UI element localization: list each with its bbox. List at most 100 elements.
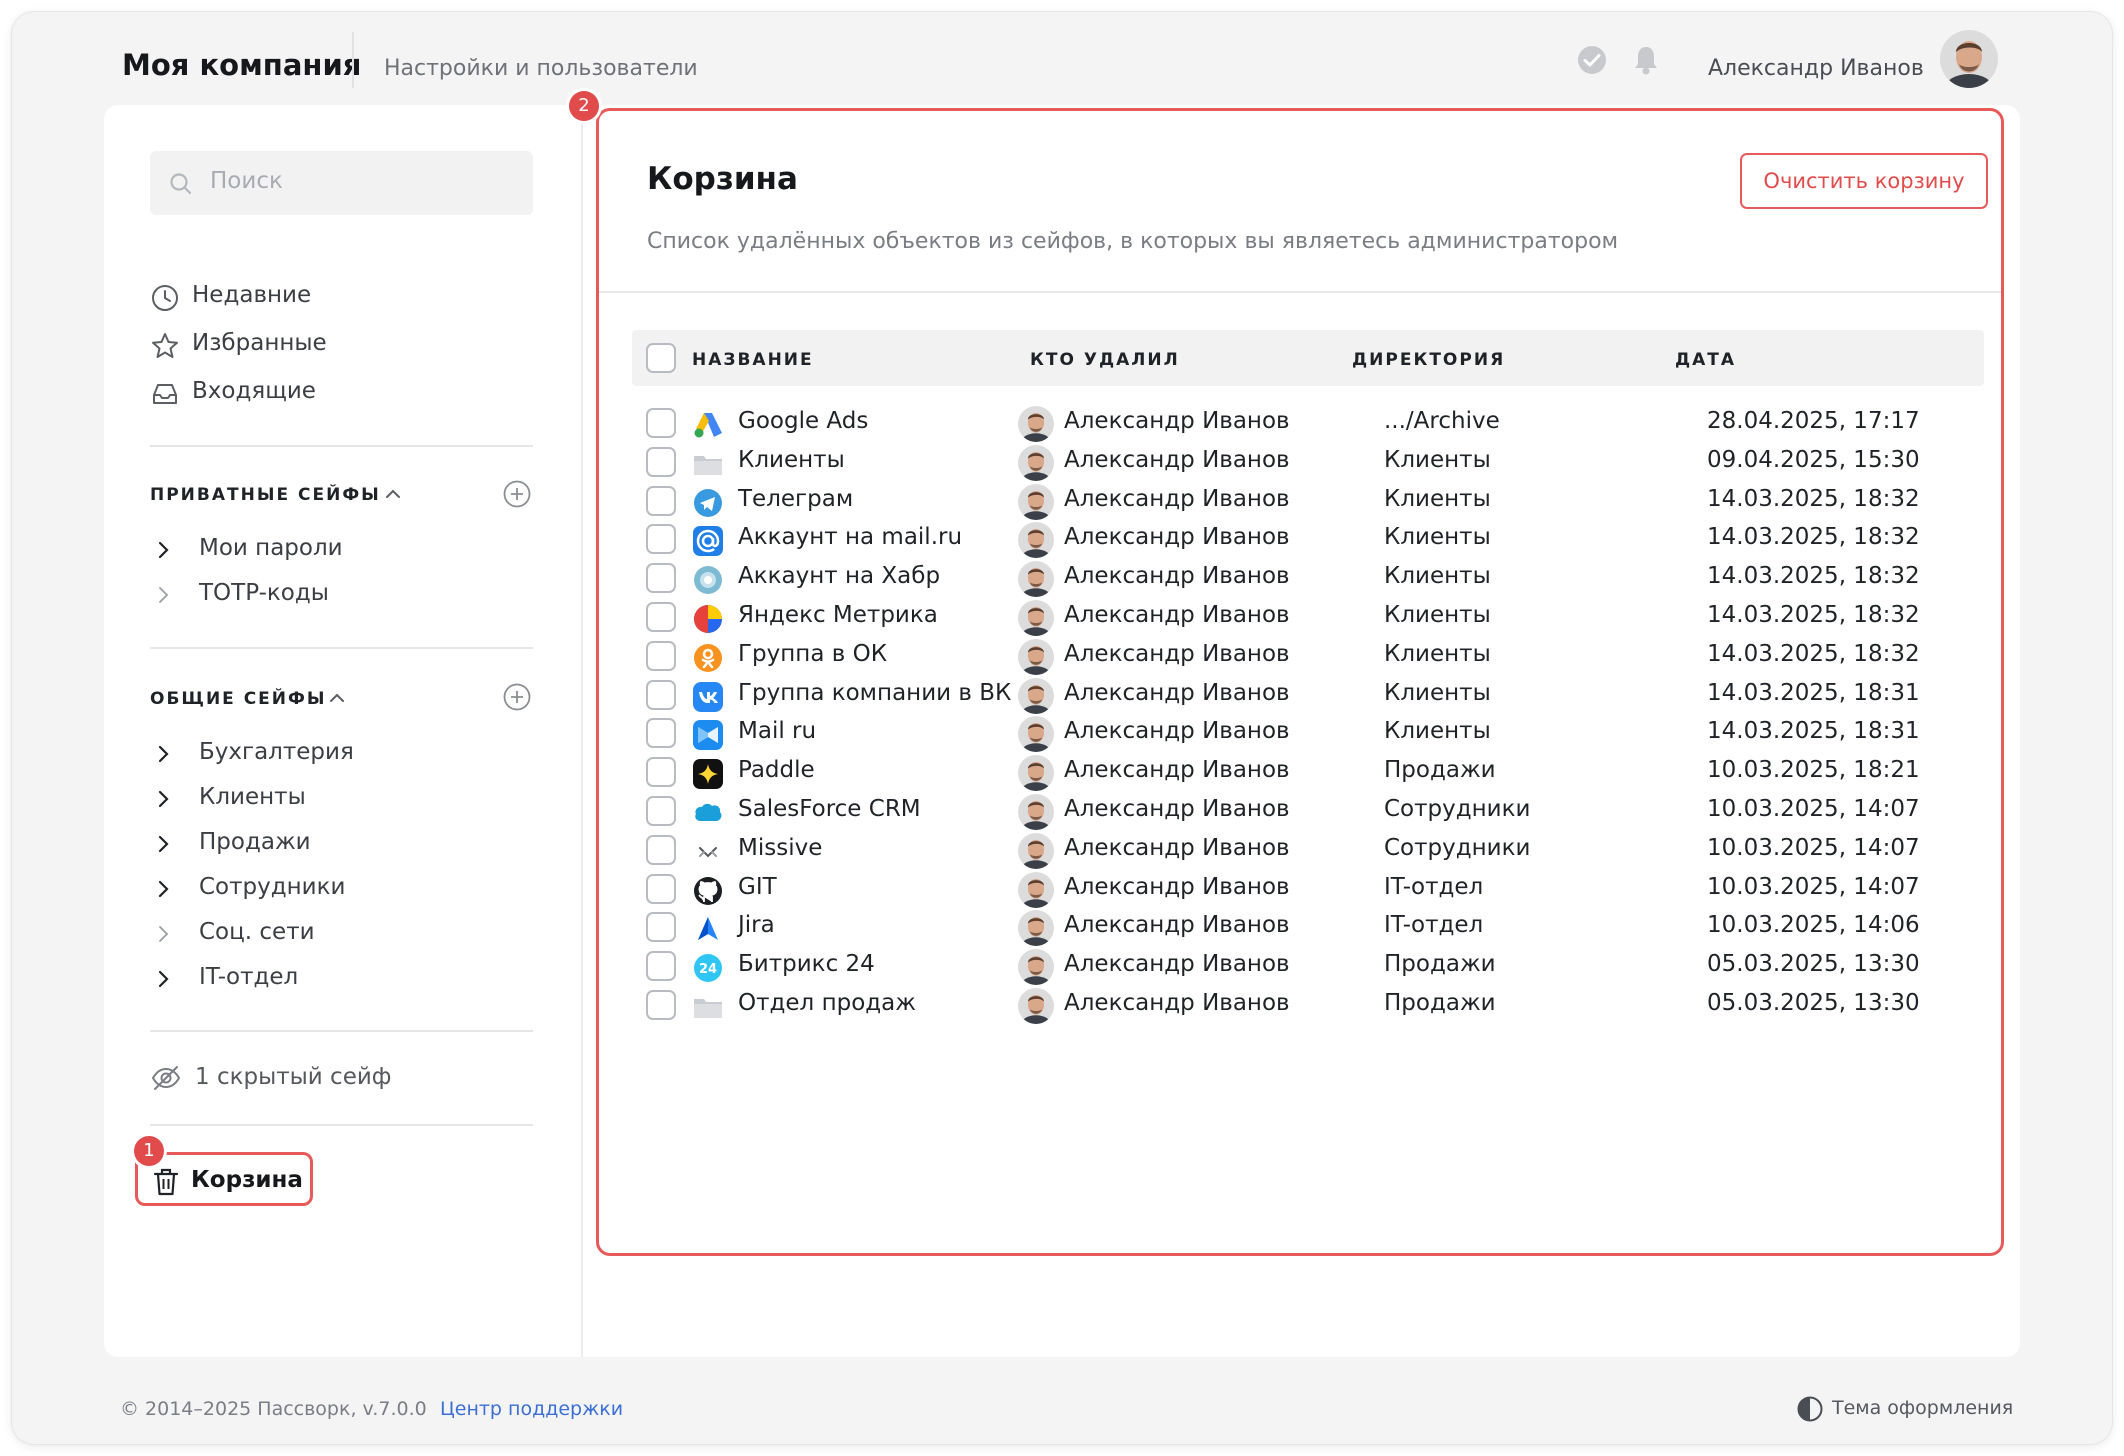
column-date[interactable]: ДАТА bbox=[1675, 350, 1736, 370]
inbox-icon bbox=[153, 384, 177, 404]
chevron-up-icon[interactable] bbox=[382, 483, 404, 505]
clear-trash-button[interactable]: Очистить корзину bbox=[1740, 153, 1988, 209]
item-name[interactable]: GIT bbox=[738, 874, 777, 900]
safe-label: Мои пароли bbox=[199, 535, 343, 561]
row-checkbox[interactable] bbox=[646, 485, 676, 516]
plus-circle-icon bbox=[503, 683, 531, 711]
item-name[interactable]: Missive bbox=[738, 835, 822, 861]
row-checkbox[interactable] bbox=[646, 408, 676, 438]
safe-label: Продажи bbox=[199, 829, 311, 855]
panel-divider bbox=[599, 291, 2001, 293]
deleted-date: 14.03.2025, 18:32 bbox=[1707, 602, 1920, 628]
trash-nav-button[interactable]: Корзина bbox=[135, 1152, 313, 1206]
deleted-by: Александр Иванов bbox=[1064, 718, 1290, 745]
check-status-icon[interactable] bbox=[1574, 42, 1610, 78]
chevron-right-icon bbox=[158, 835, 169, 853]
deleted-by: Александр Иванов bbox=[1064, 796, 1290, 822]
directory: Клиенты bbox=[1384, 485, 1491, 512]
trash-panel: Корзина Список удалённых объектов из сей… bbox=[596, 108, 2004, 1256]
directory: Продажи bbox=[1384, 951, 1496, 978]
private-safes-header[interactable]: ПРИВАТНЫЕ СЕЙФЫ bbox=[150, 485, 400, 505]
row-checkbox[interactable] bbox=[646, 951, 676, 982]
row-checkbox[interactable] bbox=[646, 796, 676, 826]
directory: Клиенты bbox=[1384, 602, 1491, 628]
chevron-up-icon[interactable] bbox=[326, 687, 348, 709]
deleted-by: Александр Иванов bbox=[1064, 602, 1290, 628]
item-name[interactable]: SalesForce CRM bbox=[738, 796, 921, 822]
row-checkbox[interactable] bbox=[646, 602, 676, 632]
chevron-right-icon bbox=[158, 541, 169, 559]
sidebar-divider bbox=[150, 1124, 533, 1126]
deleted-by: Александр Иванов bbox=[1064, 446, 1290, 473]
app-window: Моя компания Настройки и пользователи Ал… bbox=[12, 12, 2112, 1444]
directory: Клиенты bbox=[1384, 718, 1491, 745]
step-badge-2: 2 bbox=[569, 91, 599, 121]
item-name[interactable]: Отдел продаж bbox=[738, 990, 916, 1016]
step-badge-1: 1 bbox=[134, 1136, 164, 1166]
item-name[interactable]: Клиенты bbox=[738, 447, 845, 473]
deleted-date: 10.03.2025, 14:07 bbox=[1707, 834, 1920, 861]
search-input[interactable]: Поиск bbox=[150, 151, 533, 215]
directory: Клиенты bbox=[1384, 640, 1491, 667]
row-checkbox[interactable] bbox=[646, 718, 676, 749]
row-checkbox[interactable] bbox=[646, 757, 676, 788]
safe-label: Бухгалтерия bbox=[199, 739, 354, 765]
current-user-name[interactable]: Александр Иванов bbox=[1708, 56, 1924, 81]
row-checkbox[interactable] bbox=[646, 524, 676, 555]
theme-label: Тема оформления bbox=[1832, 1397, 2014, 1419]
deleted-date: 09.04.2025, 15:30 bbox=[1707, 446, 1920, 473]
page-title: Корзина bbox=[647, 161, 798, 197]
table-row[interactable]: Отдел продаж Александр Иванов Продажи 05.03… bbox=[632, 979, 1984, 1031]
deleted-date: 14.03.2025, 18:31 bbox=[1707, 679, 1920, 706]
settings-link[interactable]: Настройки и пользователи bbox=[384, 56, 698, 81]
item-name[interactable]: Телеграм bbox=[738, 486, 853, 512]
add-shared-safe-button[interactable] bbox=[502, 682, 532, 712]
item-name[interactable]: Jira bbox=[738, 912, 775, 938]
safe-label: TOTP-коды bbox=[199, 580, 329, 606]
hidden-safes-label: 1 скрытый сейф bbox=[195, 1064, 392, 1090]
eye-off-icon bbox=[151, 1066, 181, 1090]
private-safes-title: ПРИВАТНЫЕ СЕЙФЫ bbox=[150, 485, 381, 505]
company-name[interactable]: Моя компания bbox=[122, 48, 361, 82]
sidebar: Поиск Недавние Избранные Входящие ПРИВАТ… bbox=[104, 105, 583, 1357]
select-all-checkbox[interactable] bbox=[646, 343, 676, 373]
deleted-by: Александр Иванов bbox=[1064, 757, 1290, 784]
search-placeholder: Поиск bbox=[210, 168, 283, 194]
row-checkbox[interactable] bbox=[646, 990, 676, 1020]
item-name[interactable]: Яндекс Метрика bbox=[738, 602, 938, 628]
item-name[interactable]: Аккаунт на Хабр bbox=[738, 563, 940, 589]
copyright: © 2014–2025 Пассворк, v.7.0.0 bbox=[120, 1398, 427, 1420]
row-checkbox[interactable] bbox=[646, 563, 676, 594]
support-link[interactable]: Центр поддержки bbox=[440, 1398, 623, 1420]
row-checkbox[interactable] bbox=[646, 640, 676, 671]
item-name[interactable]: Paddle bbox=[738, 757, 815, 783]
chevron-right-icon bbox=[158, 970, 169, 988]
sidebar-divider bbox=[150, 1030, 533, 1032]
row-checkbox[interactable] bbox=[646, 446, 676, 477]
item-name[interactable]: Группа в ОК bbox=[738, 641, 887, 667]
directory: Сотрудники bbox=[1384, 796, 1531, 822]
user-avatar[interactable] bbox=[1940, 30, 1998, 88]
directory: Клиенты bbox=[1384, 679, 1491, 706]
column-who-deleted[interactable]: КТО УДАЛИЛ bbox=[1030, 350, 1180, 370]
item-name[interactable]: Google Ads bbox=[738, 408, 868, 434]
shared-safes-header[interactable]: ОБЩИЕ СЕЙФЫ bbox=[150, 689, 344, 709]
add-private-safe-button[interactable] bbox=[502, 479, 532, 509]
column-name[interactable]: НАЗВАНИЕ bbox=[692, 350, 814, 370]
contrast-icon bbox=[1797, 1396, 1823, 1422]
sidebar-divider bbox=[150, 445, 533, 447]
column-directory[interactable]: ДИРЕКТОРИЯ bbox=[1352, 350, 1505, 370]
item-name[interactable]: Аккаунт на mail.ru bbox=[738, 524, 962, 550]
bell-icon[interactable] bbox=[1628, 42, 1664, 78]
row-checkbox[interactable] bbox=[646, 679, 676, 710]
row-checkbox[interactable] bbox=[646, 834, 676, 865]
row-checkbox[interactable] bbox=[646, 873, 676, 904]
item-name[interactable]: Битрикс 24 bbox=[738, 951, 875, 977]
item-name[interactable]: Mail ru bbox=[738, 718, 816, 744]
content-card: Поиск Недавние Избранные Входящие ПРИВАТ… bbox=[104, 91, 2020, 1357]
deleted-by: Александр Иванов bbox=[1064, 912, 1290, 939]
row-checkbox[interactable] bbox=[646, 912, 676, 943]
shared-safes-title: ОБЩИЕ СЕЙФЫ bbox=[150, 689, 327, 709]
item-name[interactable]: Группа компании в ВК bbox=[738, 680, 1011, 706]
deleted-date: 14.03.2025, 18:32 bbox=[1707, 563, 1920, 590]
